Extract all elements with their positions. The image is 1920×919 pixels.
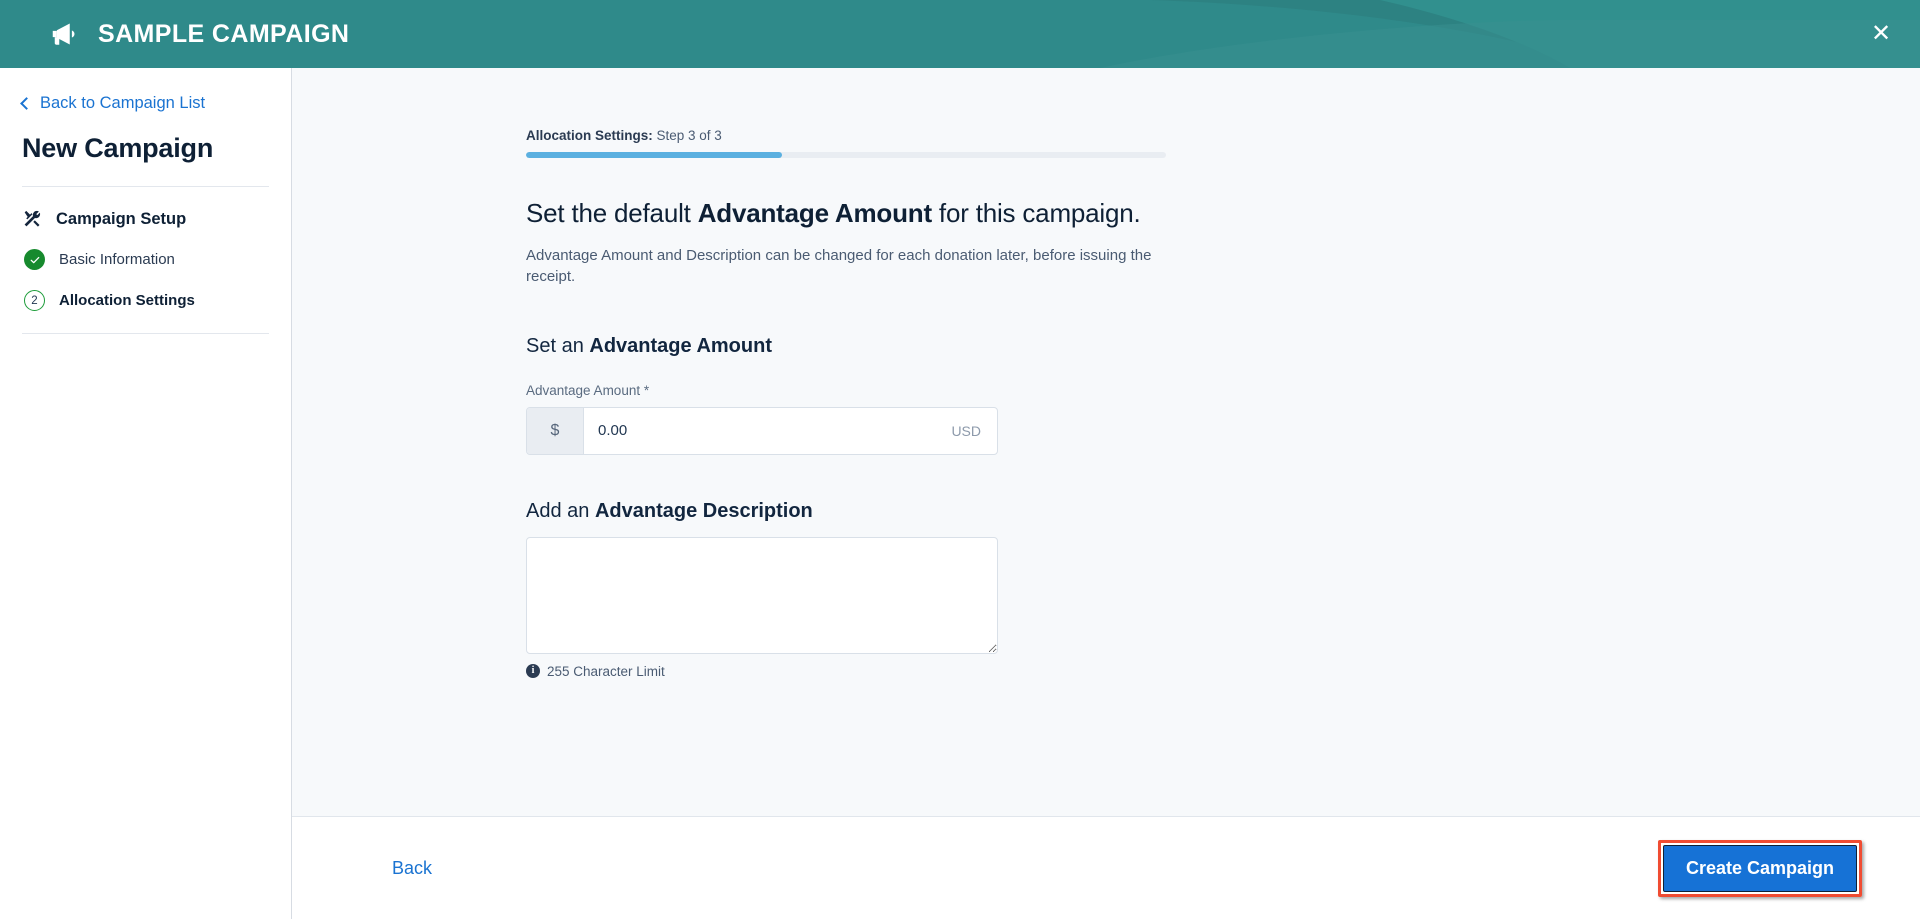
footer-bar: Back Create Campaign: [292, 816, 1920, 919]
sidebar-item-allocation-settings[interactable]: 2 Allocation Settings: [22, 290, 269, 311]
amount-section-heading: Set an Advantage Amount: [526, 335, 1186, 358]
description-heading-emphasis: Advantage Description: [594, 499, 813, 522]
sidebar-group-label: Campaign Setup: [56, 209, 187, 228]
megaphone-icon: [48, 18, 80, 50]
advantage-amount-input[interactable]: [584, 407, 952, 454]
content-wrapper: Allocation Settings: Step 3 of 3 Set the…: [526, 128, 1186, 679]
main-content: Allocation Settings: Step 3 of 3 Set the…: [292, 68, 1920, 816]
chevron-left-icon: [20, 96, 33, 110]
create-campaign-button[interactable]: Create Campaign: [1662, 844, 1857, 892]
main-column: Allocation Settings: Step 3 of 3 Set the…: [292, 68, 1920, 919]
app-title: SAMPLE CAMPAIGN: [98, 19, 350, 48]
back-to-campaign-list-link[interactable]: Back to Campaign List: [20, 94, 269, 113]
lead-heading-before: Set the default: [526, 198, 698, 228]
description-heading-before: Add an: [526, 499, 595, 522]
character-limit-label: 255 Character Limit: [547, 663, 665, 679]
close-icon[interactable]: ✕: [1864, 17, 1898, 51]
amount-heading-emphasis: Advantage Amount: [589, 334, 772, 357]
sidebar: Back to Campaign List New Campaign Campa…: [0, 68, 292, 919]
create-campaign-highlight: Create Campaign: [1657, 839, 1862, 897]
lead-heading-after: for this campaign.: [931, 198, 1141, 228]
back-button[interactable]: Back: [388, 852, 436, 885]
tools-icon: [22, 209, 42, 229]
description-section-heading: Add an Advantage Description: [526, 500, 1186, 523]
sidebar-item-label: Allocation Settings: [59, 292, 195, 309]
progress-bar-track: [526, 152, 1166, 158]
info-icon: i: [526, 664, 540, 679]
check-circle-icon: [24, 249, 45, 270]
app-header: SAMPLE CAMPAIGN ✕: [0, 0, 1920, 68]
app-shell: Back to Campaign List New Campaign Campa…: [0, 68, 1920, 919]
advantage-amount-label: Advantage Amount *: [526, 382, 650, 398]
currency-symbol-icon: $: [527, 407, 584, 454]
back-link-label: Back to Campaign List: [40, 94, 206, 112]
advantage-description-textarea[interactable]: [526, 536, 998, 654]
sidebar-item-label: Basic Information: [59, 251, 175, 268]
sidebar-item-basic-information[interactable]: Basic Information: [22, 249, 269, 270]
sidebar-divider-bottom: [22, 333, 269, 334]
page-title: New Campaign: [22, 133, 214, 163]
advantage-amount-field-group: $ USD: [526, 406, 998, 455]
character-limit-note: i 255 Character Limit: [526, 664, 1186, 679]
sidebar-divider: [22, 186, 269, 187]
lead-subtext: Advantage Amount and Description can be …: [526, 247, 1152, 286]
step-number-badge: 2: [24, 290, 45, 311]
progress-bar-fill: [526, 152, 782, 158]
sidebar-group-campaign-setup[interactable]: Campaign Setup: [22, 209, 269, 229]
progress-step-text: Step 3 of 3: [652, 128, 722, 143]
progress-step-name: Allocation Settings:: [526, 128, 653, 143]
progress-label: Allocation Settings: Step 3 of 3: [526, 128, 1186, 143]
amount-heading-before: Set an: [526, 334, 590, 357]
lead-heading: Set the default Advantage Amount for thi…: [526, 198, 1186, 229]
lead-heading-emphasis: Advantage Amount: [697, 198, 932, 228]
currency-code-label: USD: [951, 422, 981, 439]
